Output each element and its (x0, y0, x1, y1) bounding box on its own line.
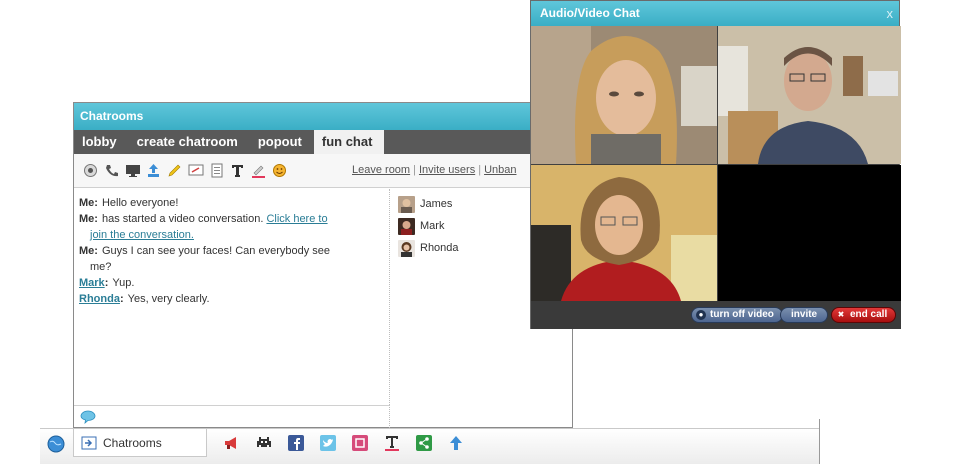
invite-label: invite (791, 309, 818, 320)
share-icon[interactable] (408, 434, 440, 452)
facebook-icon[interactable] (280, 434, 312, 452)
avatar (398, 217, 415, 235)
turn-off-video-label: turn off video (710, 309, 774, 320)
leave-room-link[interactable]: Leave room (352, 164, 410, 176)
message-author: Me: (79, 213, 98, 225)
pencil-icon[interactable] (166, 162, 183, 179)
scroll-top-icon[interactable] (440, 434, 472, 452)
end-call-label: end call (850, 309, 888, 320)
message-colon: : (119, 293, 124, 305)
video-tile (531, 26, 717, 164)
message-text: Yup. (112, 277, 135, 289)
message: Me: Hello everyone! (79, 195, 379, 211)
announcement-icon[interactable] (216, 434, 248, 452)
message-author-link[interactable]: Rhonda (79, 293, 120, 305)
user-name: James (420, 198, 453, 210)
screen-share-icon[interactable] (124, 162, 141, 179)
games-icon[interactable] (248, 434, 280, 452)
join-conversation-link[interactable]: Click here to (266, 213, 327, 225)
video-feed (531, 165, 717, 301)
chat-bubble-icon[interactable] (80, 410, 96, 424)
chatroom-tabs: lobby create chatroom popout fun chat (74, 130, 572, 154)
whiteboard-icon[interactable] (187, 162, 204, 179)
upload-icon[interactable] (145, 162, 162, 179)
message-author: Me: (79, 197, 98, 209)
video-tile-empty (718, 165, 901, 301)
user-name: Mark (420, 220, 445, 232)
chatrooms-taskbar-label: Chatrooms (103, 435, 162, 450)
tab-fun-chat[interactable]: fun chat (313, 130, 385, 154)
message-text: Yes, very clearly. (127, 293, 210, 305)
chat-toolbar: Leave room | Invite users | Unban (74, 154, 572, 188)
message-text: Guys I can see your faces! Can everybody… (101, 245, 331, 257)
store-icon[interactable] (344, 434, 376, 452)
video-tile (531, 165, 717, 301)
smiley-icon[interactable] (271, 162, 288, 179)
globe-icon[interactable] (47, 435, 65, 453)
message-author-link[interactable]: Mark (79, 277, 105, 289)
message-text: has started a video conversation. (101, 213, 267, 225)
end-call-button[interactable]: ✖ end call (831, 307, 897, 323)
message: Rhonda: Yes, very clearly. (79, 291, 379, 307)
text-icon[interactable] (229, 162, 246, 179)
tab-popout[interactable]: popout (250, 130, 314, 154)
phone-icon[interactable] (103, 162, 120, 179)
unban-link[interactable]: Unban (484, 164, 516, 176)
color-picker-icon[interactable] (250, 162, 267, 179)
message-text-cont: me? (90, 261, 112, 273)
chatrooms-icon (81, 436, 97, 449)
tab-create-chatroom[interactable]: create chatroom (129, 130, 250, 154)
invite-users-link[interactable]: Invite users (419, 164, 475, 176)
message-colon: : (104, 277, 109, 289)
end-call-icon: ✖ (837, 310, 845, 319)
bar-divider (819, 419, 820, 464)
join-conversation-link-cont[interactable]: join the conversation. (90, 229, 194, 241)
close-icon[interactable]: x (887, 1, 894, 26)
message: Me: Guys I can see your faces! Can everyb… (79, 243, 379, 275)
webcam-icon[interactable] (82, 162, 99, 179)
chatrooms-window: Chatrooms lobby create chatroom popout f… (73, 102, 573, 428)
audio-video-window: Audio/Video Chat x ● turn off video invi… (530, 0, 901, 329)
message-input-row[interactable] (74, 405, 390, 428)
message: Mark: Yup. (79, 275, 379, 291)
bottom-bar: Chatrooms (40, 419, 820, 464)
avatar (398, 195, 415, 213)
twitter-icon[interactable] (312, 434, 344, 452)
translate-icon[interactable] (376, 434, 408, 452)
chatrooms-taskbar-button[interactable]: Chatrooms (73, 429, 207, 457)
message: Me: has started a video conversation. Cli… (79, 211, 379, 243)
av-title-text: Audio/Video Chat (540, 6, 640, 20)
message-list: Me: Hello everyone! Me: has started a vide… (74, 189, 390, 405)
video-feed (531, 26, 717, 164)
tab-lobby[interactable]: lobby (74, 130, 129, 154)
notes-icon[interactable] (208, 162, 225, 179)
av-title: Audio/Video Chat x (531, 1, 899, 26)
chatrooms-title: Chatrooms (74, 103, 572, 130)
invite-button[interactable]: invite (780, 307, 829, 323)
video-off-icon: ● (696, 310, 706, 320)
video-controls: ● turn off video invite ✖ end call (531, 301, 901, 329)
user-name: Rhonda (420, 242, 459, 254)
video-grid (531, 26, 901, 301)
video-feed (718, 26, 901, 164)
message-author: Me: (79, 245, 98, 257)
turn-off-video-button[interactable]: ● turn off video (691, 307, 783, 323)
avatar (398, 239, 415, 257)
message-text: Hello everyone! (101, 197, 179, 209)
video-tile (718, 26, 901, 164)
